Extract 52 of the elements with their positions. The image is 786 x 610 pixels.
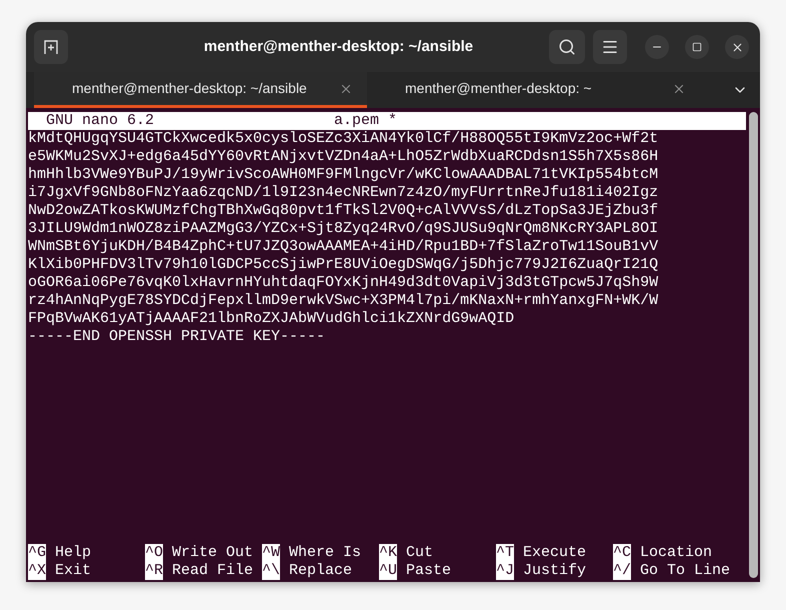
text-line: WNmSBt6YjuKDH/B4B4ZphC+tU7JZQ3owAAAMEA+4iHD/Rpu1BD+7fSlaZroTw11SouB1vV — [28, 238, 660, 256]
text-line: i7JgxVf9GNb8oFNzYaa6zqcND/1l9I23n4ecNREwn7z4zO/myFUrrtnReJfu181i402Igz — [28, 184, 660, 202]
shortcut-label: Help — [54, 544, 92, 562]
shortcut-label: Replace — [288, 562, 352, 580]
new-tab-button[interactable] — [34, 30, 68, 64]
search-button[interactable] — [549, 30, 585, 64]
shortcut-key: ^O — [145, 544, 164, 562]
shortcut-key: ^G — [28, 544, 46, 562]
terminal-tab[interactable]: menther@menther-desktop: ~ — [367, 72, 700, 108]
new-tab-icon — [43, 39, 59, 55]
terminal-tab[interactable]: menther@menther-desktop: ~/ansible — [34, 72, 367, 108]
maximize-button[interactable] — [685, 35, 709, 59]
text-line: oGOR6ai06Pe76vqK0lxHavrnHYuhtdaqFOYxKjnH49d3dt0VapiVj3d3tGTpcw5J7qSh9W — [28, 274, 660, 292]
file-name: a.pem * — [334, 112, 398, 130]
shortcut-key: ^\ — [262, 562, 280, 580]
text-line: hmHhlb3VWe9YBuPJ/19yWrivScoAWH0MF9FMlngcVr/wKClowAAADBAL71tVKIp554btcM — [28, 166, 660, 184]
scrollbar[interactable] — [749, 112, 758, 578]
shortcut-label: Paste — [405, 562, 452, 580]
shortcut-label: Write Out — [171, 544, 254, 562]
nano-version: GNU nano 6.2 — [45, 112, 156, 130]
shortcut-key: ^R — [145, 562, 164, 580]
menu-icon — [601, 38, 619, 56]
search-icon — [558, 38, 576, 56]
close-icon — [730, 40, 744, 54]
shortcut-label: Justify — [522, 562, 586, 580]
text-line: NwD2owZATkosKWUMzfChgTBhXwGq80pvt1fTkSl2V0Q+cAlVVVsS/dLzTopSa3JEjZbu3f — [28, 202, 660, 220]
shortcut-label: Execute — [522, 544, 586, 562]
window-title: menther@menther-desktop: ~/ansible — [204, 36, 474, 57]
text-line: FPqBVwAK61yATjAAAAF21lbnRoZXJAbWVudGhlci1kZXNrdG9wAQID — [28, 310, 516, 328]
text-line: 3JILU9Wdm1nWOZ8ziPAAZMgG3/YZCx+Sjt8Zyq24RvO/q9SJUSu9qNrQm8NKcRY3APL8OI — [28, 220, 660, 238]
shortcut-key: ^J — [496, 562, 514, 580]
text-line: rz4hAnNqPygE78SYDCdjFepxllmD9erwkVSwc+X3PM4l7pi/mKNaxN+rmhYanxgFN+WK/W — [28, 292, 660, 310]
shortcut-key: ^/ — [613, 562, 632, 580]
text-line: e5WKMu2SvXJ+edg6a45dYY60vRtANjxvtVZDn4aA+LhO5ZrWdbXuaRCDdsn1S5h7X5s86H — [28, 148, 660, 166]
shortcut-key: ^W — [262, 544, 280, 562]
shortcut-key: ^T — [496, 544, 514, 562]
text-line: kMdtQHUgqYSU4GTCkXwcedk5x0cysloSEZc3XiAN4Yk0lCf/H88OQ55tI9KmVz2oc+Wf2t — [28, 130, 660, 148]
maximize-icon — [692, 42, 702, 52]
shortcut-label: Cut — [405, 544, 434, 562]
shortcut-key: ^K — [379, 544, 398, 562]
shortcut-label: Exit — [54, 562, 92, 580]
shortcut-label: Location — [639, 544, 712, 562]
text-line: -----END OPENSSH PRIVATE KEY----- — [28, 328, 326, 346]
shortcut-key: ^C — [613, 544, 632, 562]
shortcut-label: Read File — [171, 562, 254, 580]
shortcut-label: Go To Line — [639, 562, 730, 580]
shortcut-key: ^U — [379, 562, 398, 580]
shortcut-key: ^X — [28, 562, 46, 580]
close-button[interactable] — [725, 35, 749, 59]
menu-button[interactable] — [593, 30, 627, 64]
shortcut-label: Where Is — [288, 544, 362, 562]
text-line: KlXib0PHFDV3lTv79h10lGDCP5ccSjiwPrE8UViOegDSWqG/j5Dhjc779J2I6ZuaQrI21Q — [28, 256, 660, 274]
